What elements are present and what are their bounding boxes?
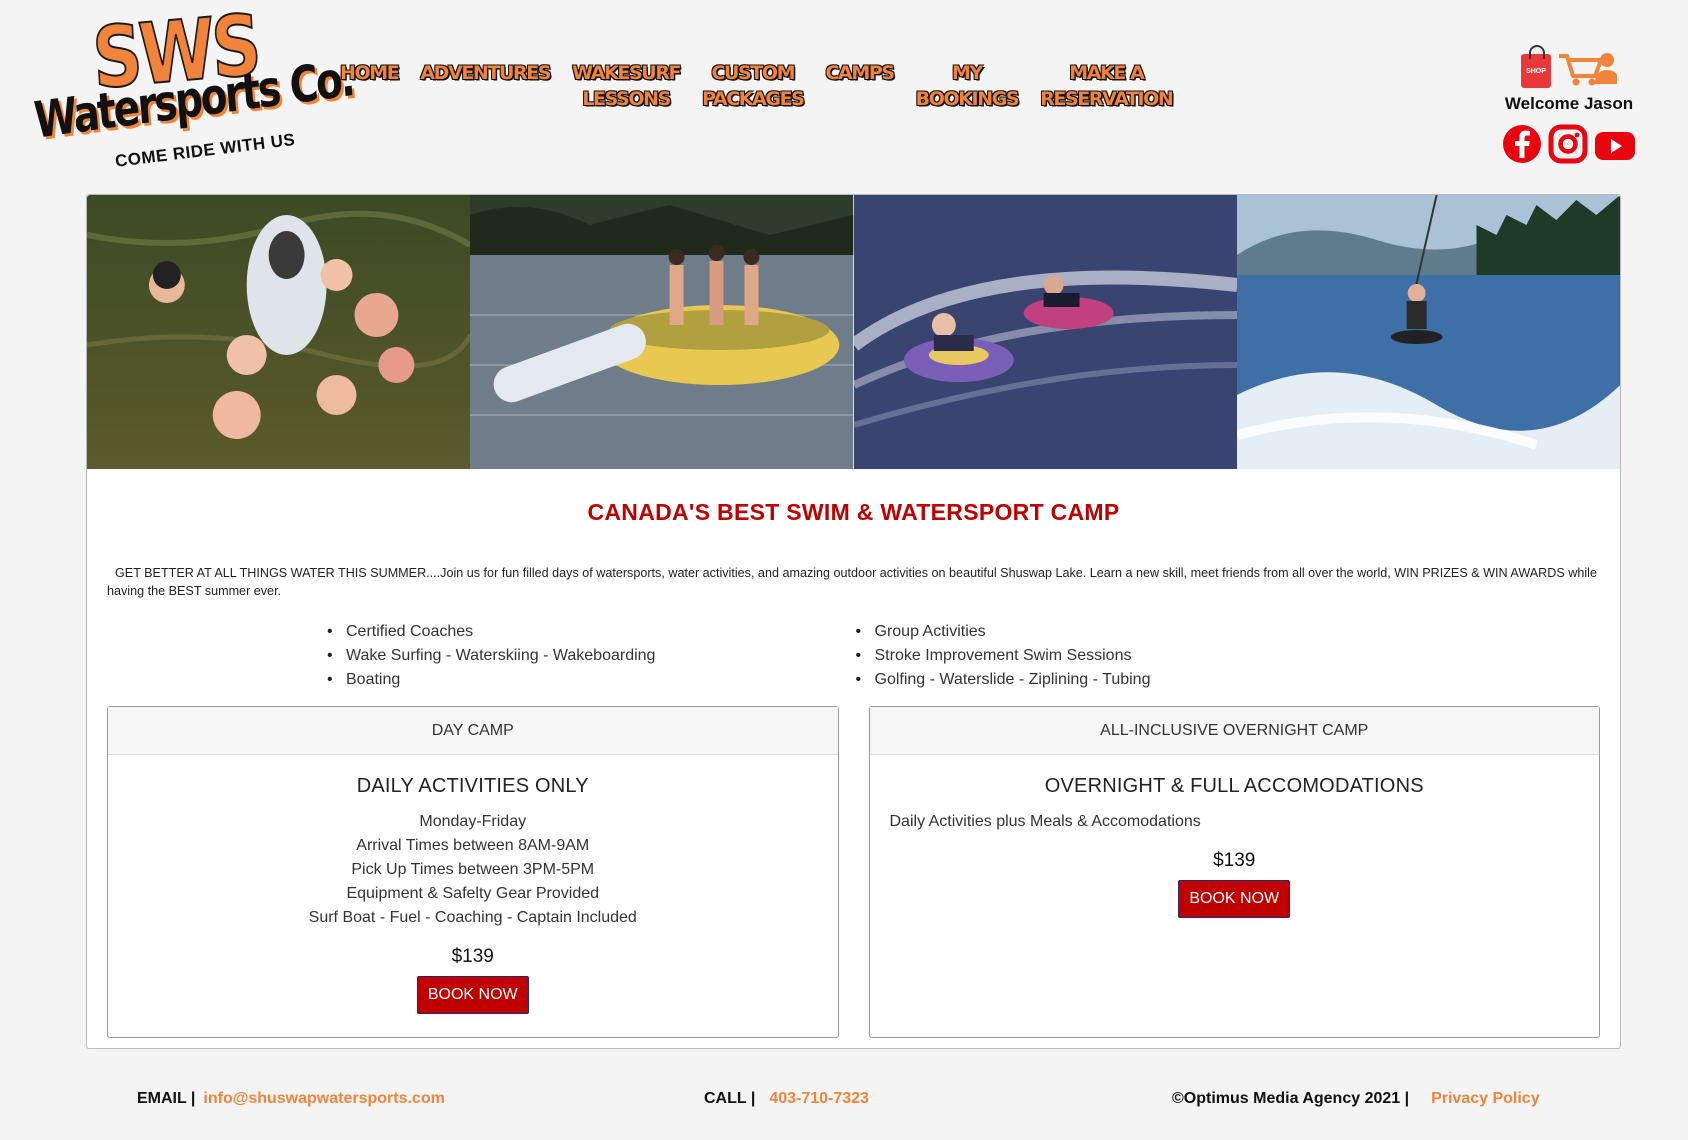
plan-detail-line: Monday-Friday (419, 813, 527, 830)
footer-privacy-link[interactable]: Privacy Policy (1431, 1090, 1540, 1107)
footer-email: EMAIL | info@shuswapwatersports.com (137, 1090, 445, 1108)
plan-details: Monday-Friday Arrival Times between 8AM-… (128, 810, 818, 930)
feature-item: Certified Coaches (325, 620, 854, 644)
facebook-icon[interactable] (1502, 124, 1542, 169)
footer-call: CALL | 403-710-7323 (704, 1090, 869, 1108)
plan-detail-line: Arrival Times between 8AM-9AM (356, 837, 590, 854)
features-left-list: Certified Coaches Wake Surfing - Watersk… (87, 620, 854, 692)
plan-header: ALL-INCLUSIVE OVERNIGHT CAMP (869, 707, 1599, 755)
nav-custom-packages[interactable]: CUSTOM PACKAGES (702, 60, 805, 112)
instagram-icon[interactable] (1548, 124, 1588, 169)
youtube-icon[interactable] (1594, 124, 1636, 169)
nav-make-a-reservation[interactable]: MAKE A RESERVATION (1040, 60, 1174, 112)
feature-item: Stroke Improvement Swim Sessions (854, 644, 1621, 668)
main-nav: HOME ADVENTURES WAKESURF LESSONS CUSTOM … (340, 60, 1194, 112)
plan-day-camp: DAY CAMP DAILY ACTIVITIES ONLY Monday-Fr… (107, 706, 839, 1038)
feature-item: Golfing - Waterslide - Ziplining - Tubin… (854, 668, 1621, 692)
footer-email-label: EMAIL | (137, 1090, 196, 1107)
nav-wakesurf-lessons[interactable]: WAKESURF LESSONS (572, 60, 681, 112)
nav-adventures[interactable]: ADVENTURES (420, 60, 551, 112)
features-right-list: Group Activities Stroke Improvement Swim… (854, 620, 1621, 692)
welcome-text: Welcome Jason (1504, 94, 1634, 113)
plan-price: $139 (1213, 850, 1256, 871)
hero-photo-wakeboarding (1236, 195, 1620, 469)
plan-detail-line: Equipment & Safelty Gear Provided (346, 885, 600, 902)
logo[interactable]: SWS Watersports Co. COME RIDE WITH US (32, 0, 355, 180)
book-now-button-overnight-camp[interactable]: BOOK NOW (1178, 880, 1291, 918)
plan-description: Daily Activities plus Meals & Accomodati… (889, 813, 1201, 830)
nav-home[interactable]: HOME (340, 60, 400, 112)
plans: DAY CAMP DAILY ACTIVITIES ONLY Monday-Fr… (107, 706, 1600, 1038)
nav-camps[interactable]: CAMPS (825, 60, 895, 112)
hero-photo-tubing (853, 195, 1237, 469)
plan-overnight-camp: ALL-INCLUSIVE OVERNIGHT CAMP OVERNIGHT &… (868, 706, 1600, 1038)
page-title: CANADA'S BEST SWIM & WATERSPORT CAMP (587, 499, 1120, 525)
plan-subtitle: DAILY ACTIVITIES ONLY (356, 775, 589, 797)
footer-email-link[interactable]: info@shuswapwatersports.com (203, 1090, 444, 1107)
book-now-button-day-camp[interactable]: BOOK NOW (416, 976, 529, 1014)
footer-phone-link[interactable]: 403-710-7323 (769, 1090, 869, 1107)
plan-subtitle: OVERNIGHT & FULL ACCOMODATIONS (1044, 775, 1424, 797)
nav-my-bookings[interactable]: MY BOOKINGS (916, 60, 1020, 112)
feature-item: Boating (325, 668, 854, 692)
features: Certified Coaches Wake Surfing - Watersk… (87, 620, 1620, 692)
footer-copyright: ©Optimus Media Agency 2021 | Privacy Poli… (1172, 1090, 1540, 1108)
footer-copyright-text: ©Optimus Media Agency 2021 | (1172, 1090, 1410, 1107)
footer-call-label: CALL | (704, 1090, 756, 1107)
plan-detail-line: Surf Boat - Fuel - Coaching - Captain In… (308, 909, 637, 926)
user-area: SHOP Welcome Jason (1494, 45, 1644, 169)
hero-banner (87, 195, 1620, 469)
shop-bag-icon[interactable]: SHOP (1521, 45, 1551, 88)
plan-detail-line: Pick Up Times between 3PM-5PM (351, 861, 595, 878)
feature-item: Group Activities (854, 620, 1621, 644)
cart-icon[interactable] (1557, 50, 1617, 88)
plan-price: $139 (451, 946, 494, 967)
intro-text: GET BETTER AT ALL THINGS WATER THIS SUMM… (107, 566, 1597, 598)
footer: EMAIL | info@shuswapwatersports.com CALL … (0, 1090, 1688, 1114)
plan-header: DAY CAMP (108, 707, 838, 755)
feature-item: Wake Surfing - Waterskiing - Wakeboardin… (325, 644, 854, 668)
hero-photo-swimmers (87, 195, 471, 469)
logo-tagline: COME RIDE WITH US (114, 129, 297, 171)
shop-label: SHOP (1526, 67, 1546, 75)
camp-card: CANADA'S BEST SWIM & WATERSPORT CAMP GET… (86, 194, 1621, 1049)
hero-photo-trampoline (470, 195, 854, 469)
